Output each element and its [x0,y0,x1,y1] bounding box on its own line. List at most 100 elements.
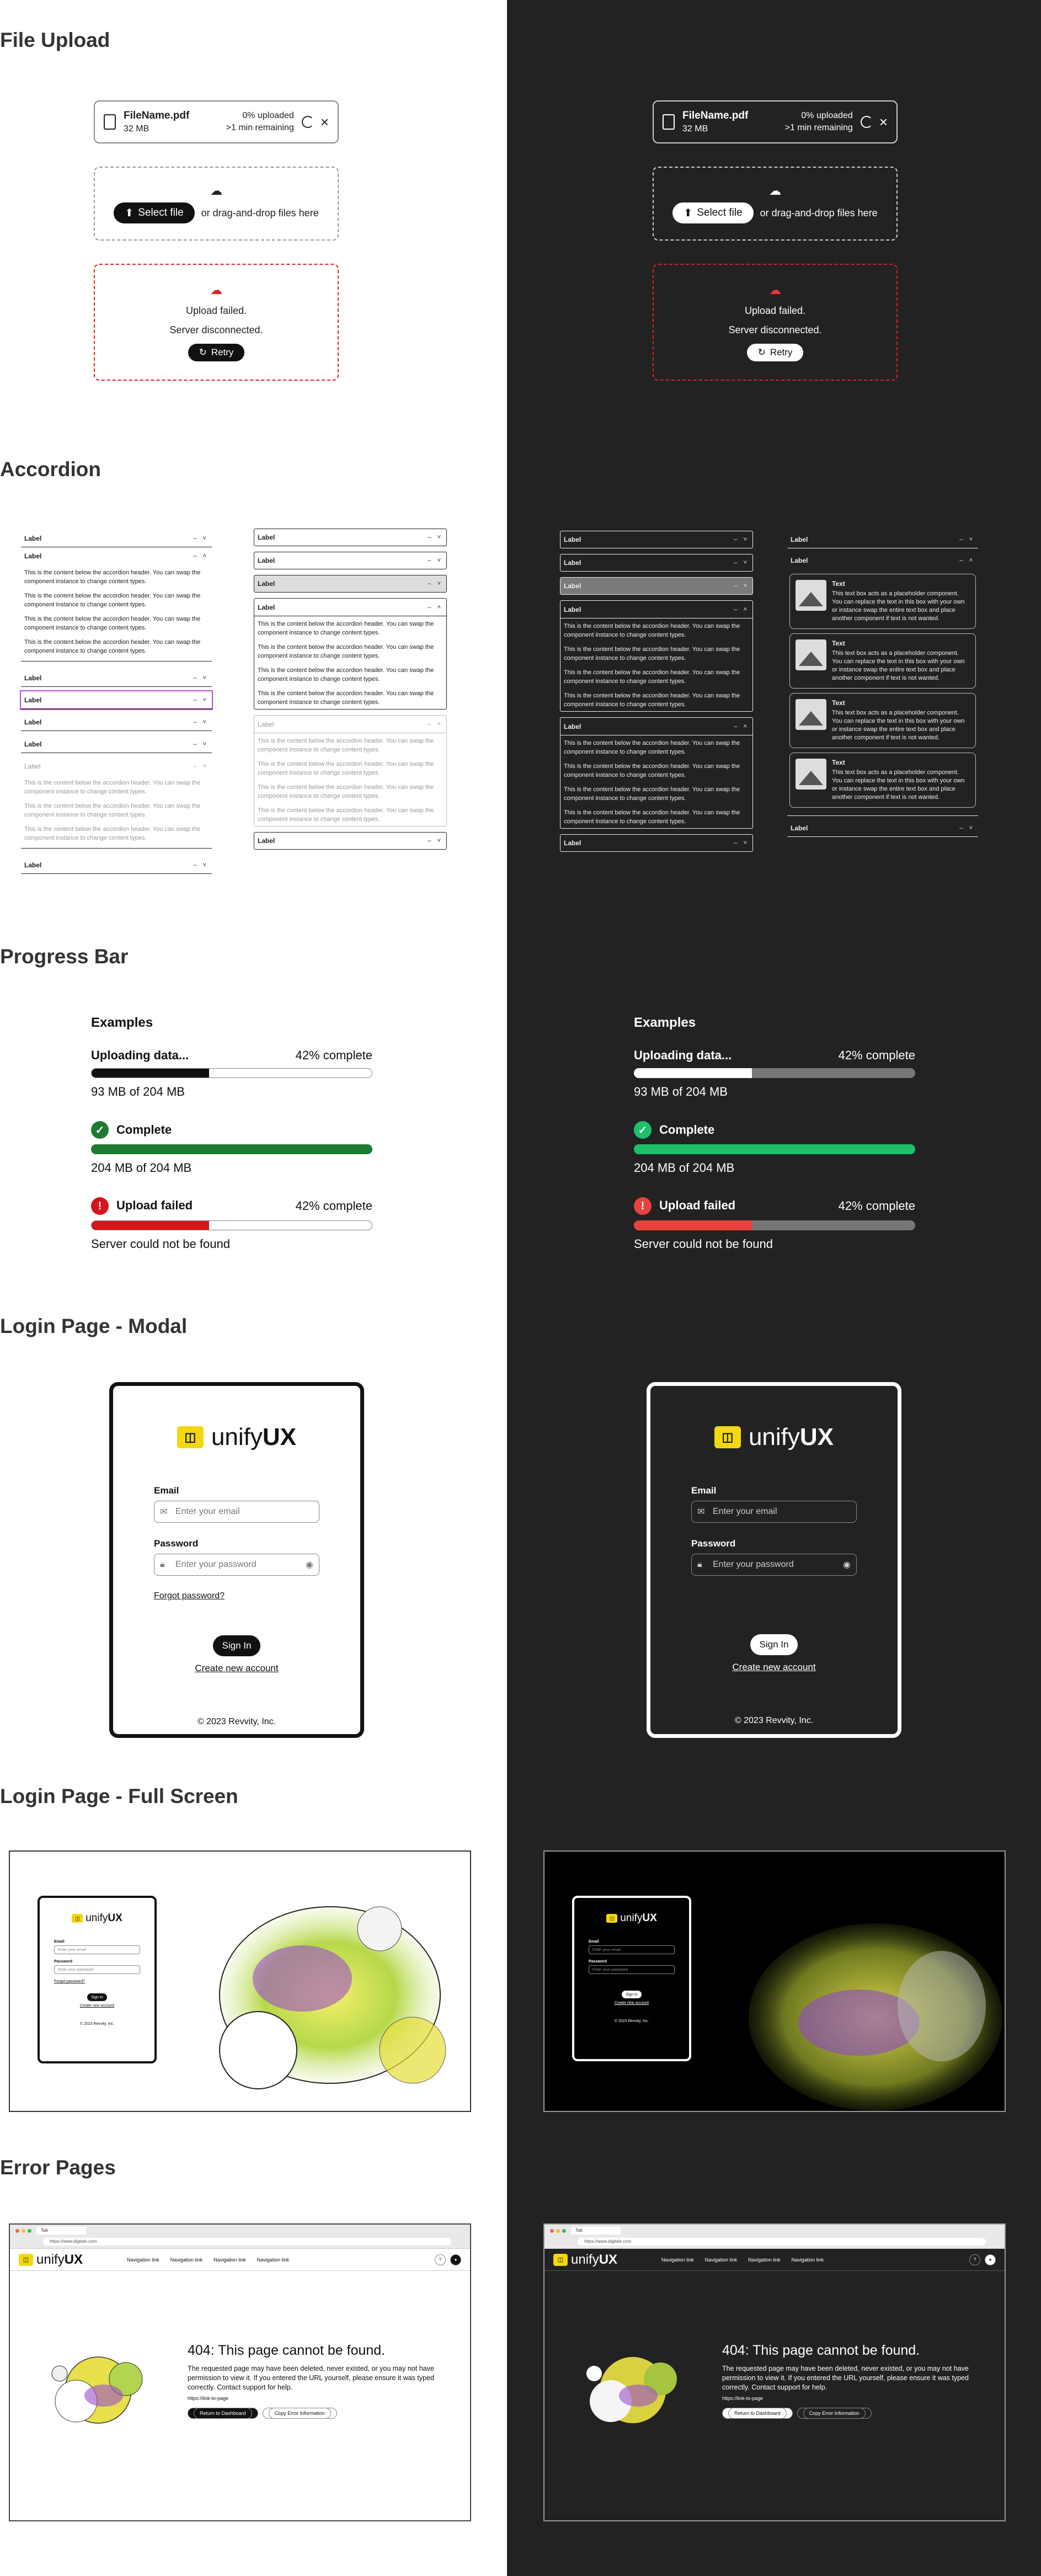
password-field[interactable]: 🔒︎ Enter your password ◉ [154,1554,319,1576]
mini-login-card: ◫ unifyUX Email Enter your email Password… [572,1896,691,2061]
progress-heading: Examples [91,1015,153,1030]
browser-tab[interactable]: Tab [571,2227,621,2234]
password-field[interactable]: 🔒︎ Enter your password ◉ [691,1554,857,1576]
email-field[interactable]: Enter your email [589,1945,675,1954]
close-window-icon[interactable] [15,2229,19,2233]
browser-tab[interactable]: Tab [36,2227,86,2234]
accordion-label: Label [24,552,42,560]
help-icon[interactable]: ? [435,2254,446,2265]
sign-in-button[interactable]: Sign In [750,1634,798,1655]
sign-in-button[interactable]: Sign In [622,1991,642,1998]
progress-label: Upload failed [659,1198,736,1212]
abstract-art-image [51,2356,143,2424]
select-file-button[interactable]: ⬆ Select file [114,202,195,223]
copy-error-button[interactable]: Copy Error Information [797,2408,872,2419]
nav-link[interactable]: Navigation link [257,2257,290,2263]
accordion-header[interactable]: Label – ˄ [21,547,212,565]
eye-off-icon[interactable]: ◉ [306,1559,313,1570]
close-icon[interactable]: × [879,115,888,129]
nav-link[interactable]: Navigation link [748,2257,781,2263]
nav-link[interactable]: Navigation link [213,2257,246,2263]
email-field[interactable]: ✉ Enter your email [691,1501,857,1523]
mail-icon: ✉ [160,1507,168,1517]
forgot-password-link[interactable]: Forgot password? [154,1591,319,1601]
accordion-header-hover[interactable]: Label – ˅ [560,577,753,595]
retry-label: Retry [770,347,793,358]
card-text: This text box acts as a placeholder comp… [832,590,965,622]
help-icon[interactable]: ? [969,2254,980,2265]
progress-failed: ! Upload failed 42% complete Server could … [91,1197,372,1251]
logo-icon: ◫ [72,1914,83,1923]
accordion-header[interactable]: Label – ˄ [560,601,752,618]
create-account-link[interactable]: Create new account [589,2001,675,2005]
sign-in-button[interactable]: Sign In [213,1635,260,1656]
email-field[interactable]: Enter your email [54,1945,140,1954]
accordion-header[interactable]: Label – ˅ [560,531,753,548]
chevron-down-icon: – ˅ [193,696,209,703]
password-field[interactable]: Enter your password [54,1965,140,1974]
select-file-button[interactable]: ⬆ Select file [672,202,754,223]
abstract-art-image [749,1923,1002,2111]
email-field[interactable]: ✉ Enter your email [154,1501,319,1523]
url-bar[interactable]: https://www.digitalx.com [578,2238,986,2246]
accordion-content: Text This text box acts as a placeholder … [787,574,978,816]
dropzone[interactable]: ☁ ⬆ Select file or drag-and-drop files her… [653,167,898,241]
return-dashboard-button[interactable]: Return to Dashboard [722,2408,793,2419]
accordion-header[interactable]: Label – ˄ [254,599,446,616]
create-account-link[interactable]: Create new account [691,1662,857,1673]
return-dashboard-button[interactable]: Return to Dashboard [188,2408,258,2419]
accordion-header[interactable]: Label – ˅ [560,834,753,852]
upload-failed-text: Upload failed. [744,305,806,316]
nav-link[interactable]: Navigation link [792,2257,824,2263]
forgot-password-link[interactable]: Forgot password? [54,1980,140,1983]
retry-button[interactable]: ↻ Retry [188,344,245,361]
page-link[interactable]: https://link-to-page [722,2396,976,2401]
password-placeholder: Enter your password [713,1560,794,1569]
brand-prefix: unify [571,2252,599,2267]
avatar[interactable]: ● [985,2254,996,2265]
accordion-text: This is the content below the accordion … [564,669,740,685]
close-window-icon[interactable] [550,2229,554,2233]
close-icon[interactable]: × [321,115,329,129]
maximize-window-icon[interactable] [562,2229,566,2233]
dropzone[interactable]: ☁ ⬆ Select file or drag-and-drop files her… [94,167,339,241]
nav-link[interactable]: Navigation link [170,2257,203,2263]
accordion-header[interactable]: Label – ˅ [21,735,212,753]
accordion-header[interactable]: Label – ˅ [21,530,212,547]
minimize-window-icon[interactable] [22,2229,25,2233]
accordion-header[interactable]: Label – ˅ [21,713,212,731]
upload-icon: ⬆ [684,207,693,219]
error-content: 404: This page cannot be found. The requ… [188,2343,441,2419]
accordion-header[interactable]: Label – ˅ [254,552,447,569]
nav-link[interactable]: Navigation link [127,2257,159,2263]
sign-in-button[interactable]: Sign In [87,1993,107,2001]
accordion-header-hover[interactable]: Label – ˅ [254,575,447,593]
accordion-header[interactable]: Label – ˅ [254,529,447,546]
nav-link[interactable]: Navigation link [661,2257,694,2263]
accordion-header[interactable]: Label – ˅ [787,531,978,548]
accordion-label: Label [24,740,42,748]
progress-track [91,1220,372,1230]
accordion-header[interactable]: Label – ˅ [560,554,753,572]
retry-button[interactable]: ↻ Retry [746,344,804,361]
page-link[interactable]: https://link-to-page [188,2396,441,2401]
brand-logo: ◫ unifyUX [553,2252,617,2268]
nav-link[interactable]: Navigation link [705,2257,738,2263]
accordion-header[interactable]: Label – ˅ [21,669,212,687]
accordion-header[interactable]: Label – ˅ [787,819,978,837]
create-account-link[interactable]: Create new account [154,1663,319,1674]
url-bar[interactable]: https://www.digitalx.com [43,2238,451,2246]
chevron-down-icon: – ˅ [959,536,975,543]
copy-error-button[interactable]: Copy Error Information [262,2408,337,2419]
accordion-header-focused[interactable]: Label – ˅ [20,690,213,710]
accordion-header[interactable]: Label – ˅ [21,856,212,874]
minimize-window-icon[interactable] [556,2229,560,2233]
avatar[interactable]: ● [450,2254,461,2265]
maximize-window-icon[interactable] [28,2229,31,2233]
password-field[interactable]: Enter your password [589,1965,675,1974]
accordion-header[interactable]: Label – ˄ [560,718,752,735]
accordion-header[interactable]: Label – ˄ [787,552,978,569]
eye-off-icon[interactable]: ◉ [843,1559,851,1570]
create-account-link[interactable]: Create new account [54,2004,140,2008]
accordion-header[interactable]: Label – ˅ [254,832,447,850]
